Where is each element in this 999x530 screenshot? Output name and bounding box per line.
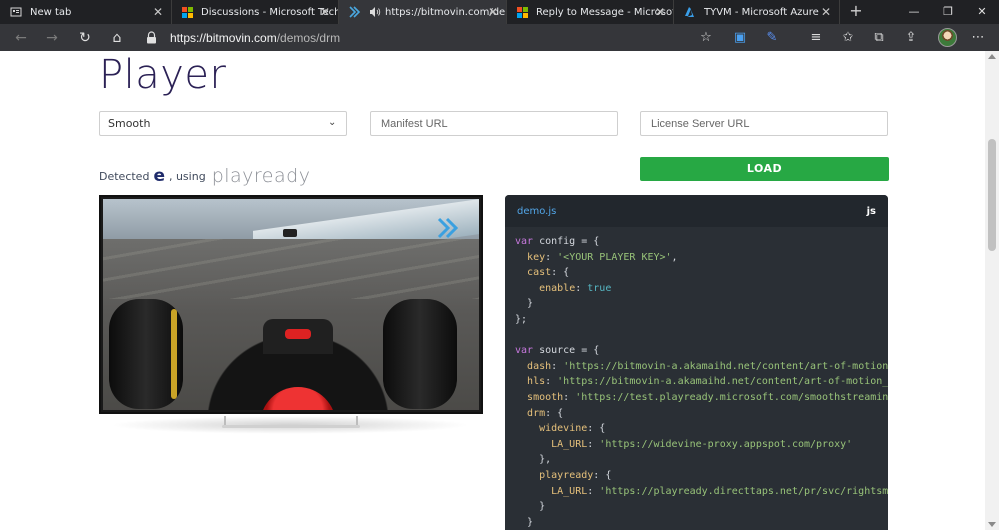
favorites-icon[interactable]: ✩: [838, 28, 858, 48]
newtab-icon: [10, 7, 22, 17]
tab-new-tab[interactable]: New tab ✕: [0, 0, 172, 24]
video-player[interactable]: [99, 195, 483, 414]
tab-strip: New tab ✕ Discussions - Microsoft Tech C…: [0, 0, 999, 24]
scroll-down-icon[interactable]: [988, 522, 996, 527]
video-frame[interactable]: [103, 199, 479, 410]
code-panel-header: demo.js js: [505, 195, 888, 227]
close-icon[interactable]: ✕: [653, 5, 667, 19]
page-scrollbar[interactable]: [985, 51, 999, 530]
code-block: var config = { key: '<YOUR PLAYER KEY>',…: [515, 236, 888, 528]
pen-icon[interactable]: ✎: [762, 28, 782, 48]
bitmovin-icon: [349, 6, 361, 18]
close-icon[interactable]: ✕: [318, 5, 332, 19]
load-button[interactable]: LOAD: [640, 157, 889, 181]
protocol-select-value: Smooth: [108, 117, 151, 130]
favorite-star-icon[interactable]: ☆: [696, 28, 716, 48]
more-icon[interactable]: ⋯: [968, 28, 988, 48]
protocol-select[interactable]: Smooth ⌄: [99, 111, 347, 136]
chevron-down-icon: ⌄: [328, 117, 337, 128]
microsoft-logo-icon: [517, 6, 528, 18]
url-path: /demos/drm: [276, 31, 341, 45]
share-icon[interactable]: ⇪: [901, 28, 921, 48]
bitmovin-watermark-icon: [437, 217, 459, 239]
using-label: , using: [168, 169, 206, 183]
manifest-url-input[interactable]: [370, 111, 618, 136]
drm-detection: Detected e , using playready: [99, 165, 310, 187]
collections-icon[interactable]: ⧉: [869, 28, 889, 48]
license-server-url-input[interactable]: [640, 111, 888, 136]
url-host: https://bitmovin.com: [170, 31, 277, 45]
speaker-icon[interactable]: [369, 6, 381, 18]
azure-icon: [685, 7, 694, 17]
url-field[interactable]: https://bitmovin.com/demos/drm: [170, 30, 340, 46]
tab-bitmovin[interactable]: https://bitmovin.com/dem ✕: [339, 0, 507, 24]
immersive-reader-icon[interactable]: ▣: [730, 28, 750, 48]
edge-browser-icon: e: [153, 166, 165, 186]
minimize-icon[interactable]: —: [897, 0, 931, 24]
home-icon[interactable]: ⌂: [107, 28, 127, 48]
lock-icon: [147, 31, 156, 44]
tab-label: New tab: [30, 6, 72, 18]
tab-azure[interactable]: TYVM - Microsoft Azure ✕: [674, 0, 840, 24]
address-bar: ← → ↻ ⌂ https://bitmovin.com/demos/drm ☆…: [0, 24, 999, 51]
restore-icon[interactable]: ❐: [931, 0, 965, 24]
reading-list-icon[interactable]: ≡: [806, 28, 826, 48]
code-language: js: [866, 205, 876, 217]
microsoft-logo-icon: [182, 6, 193, 18]
new-tab-button[interactable]: +: [844, 0, 868, 24]
close-icon[interactable]: ✕: [819, 5, 833, 19]
back-icon[interactable]: ←: [11, 28, 31, 48]
close-icon[interactable]: ✕: [486, 5, 500, 19]
code-panel: demo.js js var config = { key: '<YOUR PL…: [505, 195, 888, 530]
code-filename[interactable]: demo.js: [517, 206, 556, 217]
playready-logo: playready: [211, 165, 311, 187]
refresh-icon[interactable]: ↻: [75, 28, 95, 48]
tv-stand: [222, 414, 360, 428]
forward-icon[interactable]: →: [42, 28, 62, 48]
tab-discussions[interactable]: Discussions - Microsoft Tech C ✕: [172, 0, 339, 24]
detected-label: Detected: [99, 169, 150, 183]
avatar[interactable]: [938, 28, 957, 47]
page-title: Player: [99, 52, 227, 98]
page-content: Player Smooth ⌄ Detected e , using playr…: [0, 51, 985, 530]
close-window-icon[interactable]: ✕: [965, 0, 999, 24]
scroll-up-icon[interactable]: [988, 54, 996, 59]
tab-reply-message[interactable]: Reply to Message - Microsoft T ✕: [507, 0, 674, 24]
close-icon[interactable]: ✕: [151, 5, 165, 19]
scrollbar-thumb[interactable]: [988, 139, 996, 251]
